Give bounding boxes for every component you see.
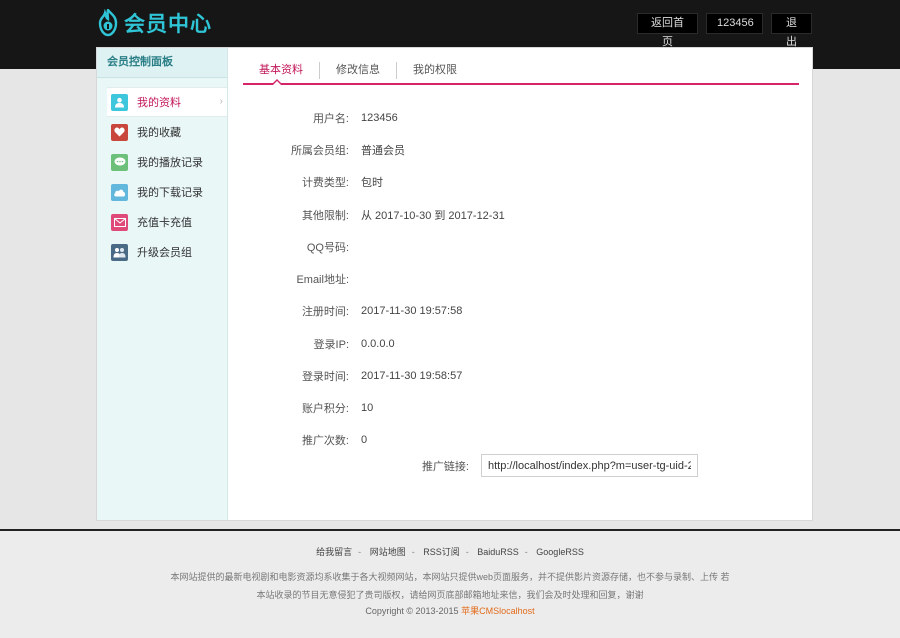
logo[interactable]: 会员中心	[96, 7, 212, 38]
sidebar-item-profile[interactable]: 我的资料 ›	[107, 87, 227, 117]
promo-link-row: 推广链接:	[409, 454, 698, 477]
info-value: 2017-11-30 19:58:57	[361, 370, 463, 382]
info-label: QQ号码:	[306, 242, 349, 254]
promo-link-input[interactable]	[481, 454, 698, 477]
sidebar-item-play-history[interactable]: 我的播放记录	[97, 147, 227, 177]
tab-bar: 基本资料 修改信息 我的权限	[243, 58, 799, 85]
info-value: 123456	[361, 112, 398, 124]
info-label: Email地址:	[296, 274, 349, 286]
info-value: 0.0.0.0	[361, 338, 395, 350]
cloud-icon	[111, 183, 128, 201]
info-row-limit: 其他限制: 从 2017-10-30 到 2017-12-31	[243, 206, 799, 224]
chat-icon	[111, 153, 128, 171]
info-value: 普通会员	[361, 145, 405, 157]
sidebar-item-label: 我的下载记录	[137, 187, 203, 199]
sidebar-item-upgrade[interactable]: 升级会员组	[97, 237, 227, 267]
chevron-right-icon: ›	[219, 96, 223, 107]
footer-disclaimer: 本网站提供的最新电视剧和电影资源均系收集于各大视频网站，本网站只提供web页面服…	[170, 572, 730, 600]
info-label: 用户名:	[312, 113, 349, 125]
footer-link-guestbook[interactable]: 给我留言	[316, 547, 352, 557]
sidebar-item-label: 我的播放记录	[137, 157, 203, 169]
footer-separator: -	[411, 547, 415, 557]
copyright-text: Copyright © 2013-2015	[365, 606, 459, 616]
info-row-login-time: 登录时间: 2017-11-30 19:58:57	[243, 367, 799, 385]
sidebar-item-label: 我的资料	[137, 97, 181, 109]
heart-icon	[111, 123, 128, 141]
info-row-points: 账户积分: 10	[243, 399, 799, 417]
group-icon	[111, 243, 128, 261]
info-value: 0	[361, 434, 368, 446]
logo-icon	[96, 7, 120, 37]
info-row-qq: QQ号码:	[243, 238, 799, 256]
tab-basic-info[interactable]: 基本资料	[243, 62, 320, 79]
sidebar: 会员控制面板 我的资料 › 我的收藏 我的播放记录 我的下载记录 充值卡充值 升…	[97, 48, 228, 520]
info-label: 推广次数:	[301, 435, 349, 447]
logout-button[interactable]: 退出	[771, 13, 812, 48]
info-value: 2017-11-30 19:57:58	[361, 305, 463, 317]
footer-copyright: Copyright © 2013-2015 苹果CMSlocalhost	[0, 604, 900, 617]
sidebar-item-recharge[interactable]: 充值卡充值	[97, 207, 227, 237]
sidebar-item-label: 充值卡充值	[137, 217, 192, 229]
footer-separator: -	[358, 547, 362, 557]
footer-link-googlerss[interactable]: GoogleRSS	[536, 547, 584, 557]
info-label: 其他限制:	[301, 210, 349, 222]
logo-text: 会员中心	[124, 13, 212, 36]
info-row-billing: 计费类型: 包时	[243, 173, 799, 191]
footer-separator: -	[524, 547, 528, 557]
promo-link-label: 推广链接:	[421, 460, 469, 473]
info-row-reg-time: 注册时间: 2017-11-30 19:57:58	[243, 302, 799, 320]
footer-link-baidurss[interactable]: BaiduRSS	[477, 547, 519, 557]
user-button[interactable]: 123456	[706, 13, 763, 34]
sidebar-item-favorites[interactable]: 我的收藏	[97, 117, 227, 147]
info-value: 从 2017-10-30 到 2017-12-31	[361, 210, 505, 222]
sidebar-title: 会员控制面板	[97, 48, 227, 78]
footer-links: 给我留言 - 网站地图 - RSS订阅 - BaiduRSS - GoogleRSS	[0, 545, 900, 558]
info-label: 注册时间:	[301, 306, 349, 318]
user-icon	[111, 93, 128, 111]
active-tab-indicator	[271, 79, 283, 86]
sidebar-item-label: 我的收藏	[137, 127, 181, 139]
sidebar-item-download-history[interactable]: 我的下载记录	[97, 177, 227, 207]
info-label: 账户积分:	[301, 403, 349, 415]
info-row-email: Email地址:	[243, 270, 799, 288]
home-button[interactable]: 返回首页	[637, 13, 698, 48]
top-actions: 返回首页 123456 退出	[637, 13, 812, 48]
content-container: 会员控制面板 我的资料 › 我的收藏 我的播放记录 我的下载记录 充值卡充值 升…	[96, 47, 813, 521]
info-row-username: 用户名: 123456	[243, 109, 799, 127]
info-row-login-ip: 登录IP: 0.0.0.0	[243, 335, 799, 353]
info-label: 登录时间:	[301, 371, 349, 383]
sidebar-item-label: 升级会员组	[137, 247, 192, 259]
footer-link-rss[interactable]: RSS订阅	[423, 547, 460, 557]
info-label: 计费类型:	[301, 177, 349, 189]
footer: 给我留言 - 网站地图 - RSS订阅 - BaiduRSS - GoogleRSS 本…	[0, 531, 900, 638]
tab-permissions[interactable]: 我的权限	[397, 62, 473, 79]
info-value: 10	[361, 402, 374, 414]
info-value: 包时	[361, 177, 383, 189]
main-panel: 基本资料 修改信息 我的权限 用户名: 123456 所属会员组: 普通会员 计…	[243, 48, 799, 520]
info-label: 登录IP:	[313, 339, 349, 351]
mail-icon	[111, 213, 128, 231]
info-row-group: 所属会员组: 普通会员	[243, 141, 799, 159]
sidebar-menu: 我的资料 › 我的收藏 我的播放记录 我的下载记录 充值卡充值 升级会员组	[97, 87, 227, 267]
footer-separator: -	[465, 547, 469, 557]
info-label: 所属会员组:	[290, 145, 349, 157]
tab-edit-info[interactable]: 修改信息	[320, 62, 397, 79]
info-row-promo-count: 推广次数: 0	[243, 431, 799, 449]
copyright-brand-link[interactable]: 苹果CMSlocalhost	[461, 606, 535, 616]
footer-link-sitemap[interactable]: 网站地图	[370, 547, 406, 557]
